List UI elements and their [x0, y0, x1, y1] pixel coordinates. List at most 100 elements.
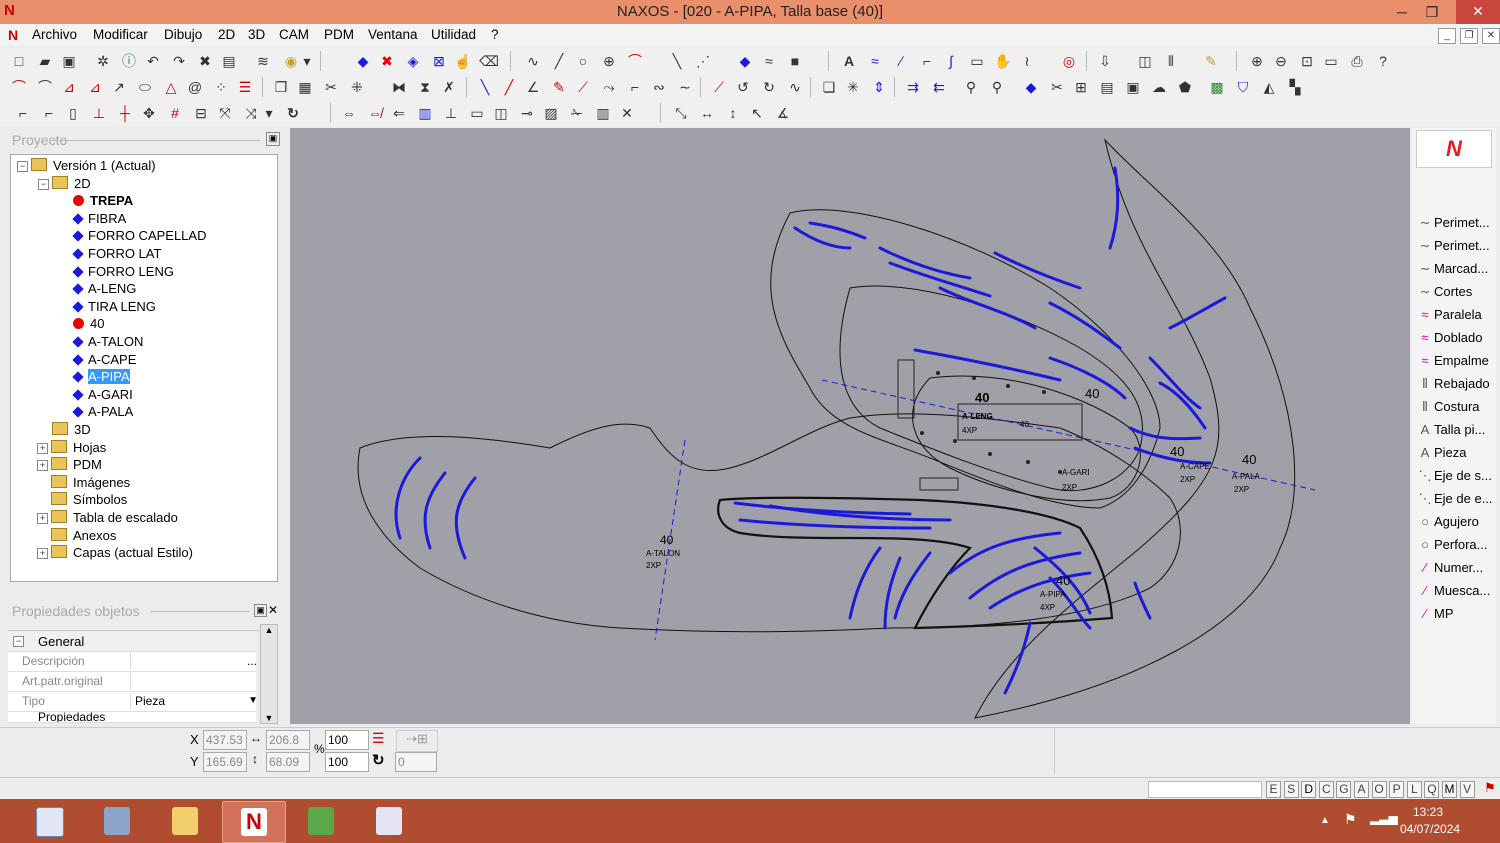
open-folder-icon[interactable]: ▰: [34, 50, 56, 72]
angle-dim-icon[interactable]: ∡: [772, 102, 794, 124]
palette-item[interactable]: ∼ Perimet...: [1416, 212, 1496, 234]
tree-node[interactable]: Imágenes: [51, 474, 130, 491]
zoom-in-icon[interactable]: ⊕: [1246, 50, 1268, 72]
menu-modificar[interactable]: Modificar: [93, 27, 148, 42]
fill-icon[interactable]: ■: [784, 50, 806, 72]
page-icon[interactable]: ▯: [62, 102, 84, 124]
pin-icon[interactable]: ⊥: [440, 102, 462, 124]
move-vertical-icon[interactable]: ⇕: [868, 76, 890, 98]
center-icon[interactable]: ⊕: [598, 50, 620, 72]
rectangle-icon[interactable]: ▭: [966, 50, 988, 72]
select-icon[interactable]: ◆: [352, 50, 374, 72]
split-view-icon[interactable]: ◫: [490, 102, 512, 124]
layers-icon[interactable]: ≋: [252, 50, 274, 72]
target-icon[interactable]: ◎: [1058, 50, 1080, 72]
palette-item[interactable]: ○ Perfora...: [1416, 534, 1496, 556]
clock-time[interactable]: 13:23: [1400, 805, 1456, 819]
tree-expander-icon[interactable]: −: [38, 178, 49, 190]
mdi-restore-button[interactable]: ❐: [1460, 28, 1478, 44]
cross-notch-icon[interactable]: ┼: [114, 102, 136, 124]
menu-2d[interactable]: 2D: [218, 27, 235, 42]
blocks-icon[interactable]: ▚: [1284, 76, 1306, 98]
status-flag-g[interactable]: G: [1336, 781, 1352, 798]
smooth-icon[interactable]: ∾: [648, 76, 670, 98]
scale-mode-icon[interactable]: ☰: [372, 730, 392, 750]
help-icon[interactable]: ?: [1372, 50, 1394, 72]
angle-field[interactable]: 0: [395, 752, 437, 772]
redo-icon[interactable]: ↷: [168, 50, 190, 72]
copy-icon[interactable]: ❐: [270, 76, 292, 98]
tree-node[interactable]: 40: [73, 315, 104, 332]
properties-icon[interactable]: ▤: [218, 50, 240, 72]
rotate-dropdown-icon[interactable]: ▾: [262, 102, 276, 124]
type-select[interactable]: Pieza ▼: [130, 693, 261, 709]
x-tool-icon[interactable]: ✕: [616, 102, 638, 124]
status-flag-d[interactable]: D: [1301, 781, 1317, 798]
transfer-icon[interactable]: ⇉: [902, 76, 924, 98]
paint-icon[interactable]: ◉: [280, 50, 302, 72]
status-flag-o[interactable]: O: [1371, 781, 1387, 798]
explode-icon[interactable]: ✳: [842, 76, 864, 98]
stitch-icon[interactable]: ⫴: [1160, 50, 1182, 72]
transfer-back-icon[interactable]: ⇇: [928, 76, 950, 98]
properties-scrollbar[interactable]: ▲ ▼: [260, 624, 278, 724]
palette-item[interactable]: ∕ Muesca...: [1416, 580, 1496, 602]
scissor-cross-icon[interactable]: ✗: [438, 76, 460, 98]
align-icon[interactable]: ⊟: [190, 102, 212, 124]
image-tool-icon[interactable]: ▩: [1206, 76, 1228, 98]
diamond-tool-icon[interactable]: ◆: [1020, 76, 1042, 98]
save-icon[interactable]: ▣: [58, 50, 80, 72]
project-tree[interactable]: − Versión 1 (Actual) −2D TREPA FIBRA FORRO CA…: [10, 154, 278, 582]
palette-item[interactable]: ≈ Empalme: [1416, 350, 1496, 372]
tree-expander-icon[interactable]: +: [37, 442, 48, 454]
menu-dibujo[interactable]: Dibujo: [164, 27, 202, 42]
flag-icon[interactable]: ⚑: [1344, 811, 1357, 828]
ruler-icon[interactable]: ▥: [414, 102, 436, 124]
palette-item[interactable]: ⋱ Eje de s...: [1416, 465, 1496, 487]
close-button[interactable]: ✕: [1456, 0, 1500, 24]
tree-expander-icon[interactable]: +: [37, 548, 48, 560]
status-flag-c[interactable]: C: [1318, 781, 1334, 798]
join-icon[interactable]: ⌐: [624, 76, 646, 98]
measure-icon[interactable]: ▭: [1320, 50, 1342, 72]
tree-expander-icon[interactable]: −: [17, 161, 28, 172]
text-icon[interactable]: A: [838, 50, 860, 72]
tree-node[interactable]: FORRO LAT: [72, 245, 161, 262]
tree-node[interactable]: Símbolos: [51, 491, 127, 508]
layer-stack-icon[interactable]: ◫: [1134, 50, 1156, 72]
export-icon[interactable]: ⇩: [1094, 50, 1116, 72]
palette-item[interactable]: ○ Agujero: [1416, 511, 1496, 533]
panel-pin-icon[interactable]: ▣: [266, 132, 280, 146]
marker-icon[interactable]: ✎: [1200, 50, 1222, 72]
shield-icon[interactable]: ⛉: [1232, 76, 1254, 98]
palette-item[interactable]: ∼ Marcad...: [1416, 258, 1496, 280]
tree-node[interactable]: FORRO CAPELLAD: [72, 227, 206, 244]
grid-icon[interactable]: ▥: [592, 102, 614, 124]
menu-help[interactable]: ?: [491, 27, 499, 42]
group-icon[interactable]: ⊠: [428, 50, 450, 72]
grading-icon[interactable]: ⊞: [1070, 76, 1092, 98]
point-icon[interactable]: ◆: [734, 50, 756, 72]
tree-node[interactable]: + Hojas: [37, 439, 106, 456]
tree-node[interactable]: Anexos: [51, 527, 116, 544]
tree-node[interactable]: FIBRA: [72, 210, 126, 227]
menu-pdm[interactable]: PDM: [324, 27, 354, 42]
scissors-tool-icon[interactable]: ✂: [1046, 76, 1068, 98]
dots-icon[interactable]: ⁘: [210, 76, 232, 98]
tray-chevron-icon[interactable]: ▲: [1320, 815, 1330, 826]
cancel-icon[interactable]: ✖: [376, 50, 398, 72]
mdi-minimize-button[interactable]: _: [1438, 28, 1456, 44]
zoom-tool-icon[interactable]: ⚲: [960, 76, 982, 98]
radius-dim-icon[interactable]: ↖: [746, 102, 768, 124]
tree-node[interactable]: + Tabla de escalado: [37, 509, 178, 526]
status-flag-l[interactable]: L: [1406, 781, 1422, 798]
scale-y-field[interactable]: 100: [325, 752, 369, 772]
menu-ventana[interactable]: Ventana: [368, 27, 418, 42]
palette-item[interactable]: ∼ Cortes: [1416, 281, 1496, 303]
rotate-right-icon[interactable]: ↻: [758, 76, 780, 98]
shape-icon[interactable]: ⬟: [1174, 76, 1196, 98]
mirror-v-icon[interactable]: ⧗: [414, 76, 436, 98]
split-icon[interactable]: ╱: [498, 76, 520, 98]
drawing-canvas[interactable]: 40 40 A-LENG 4XP 40 40 A-TALON 2XP 40 A-…: [290, 128, 1410, 724]
clock-date[interactable]: 04/07/2024: [1400, 822, 1460, 836]
